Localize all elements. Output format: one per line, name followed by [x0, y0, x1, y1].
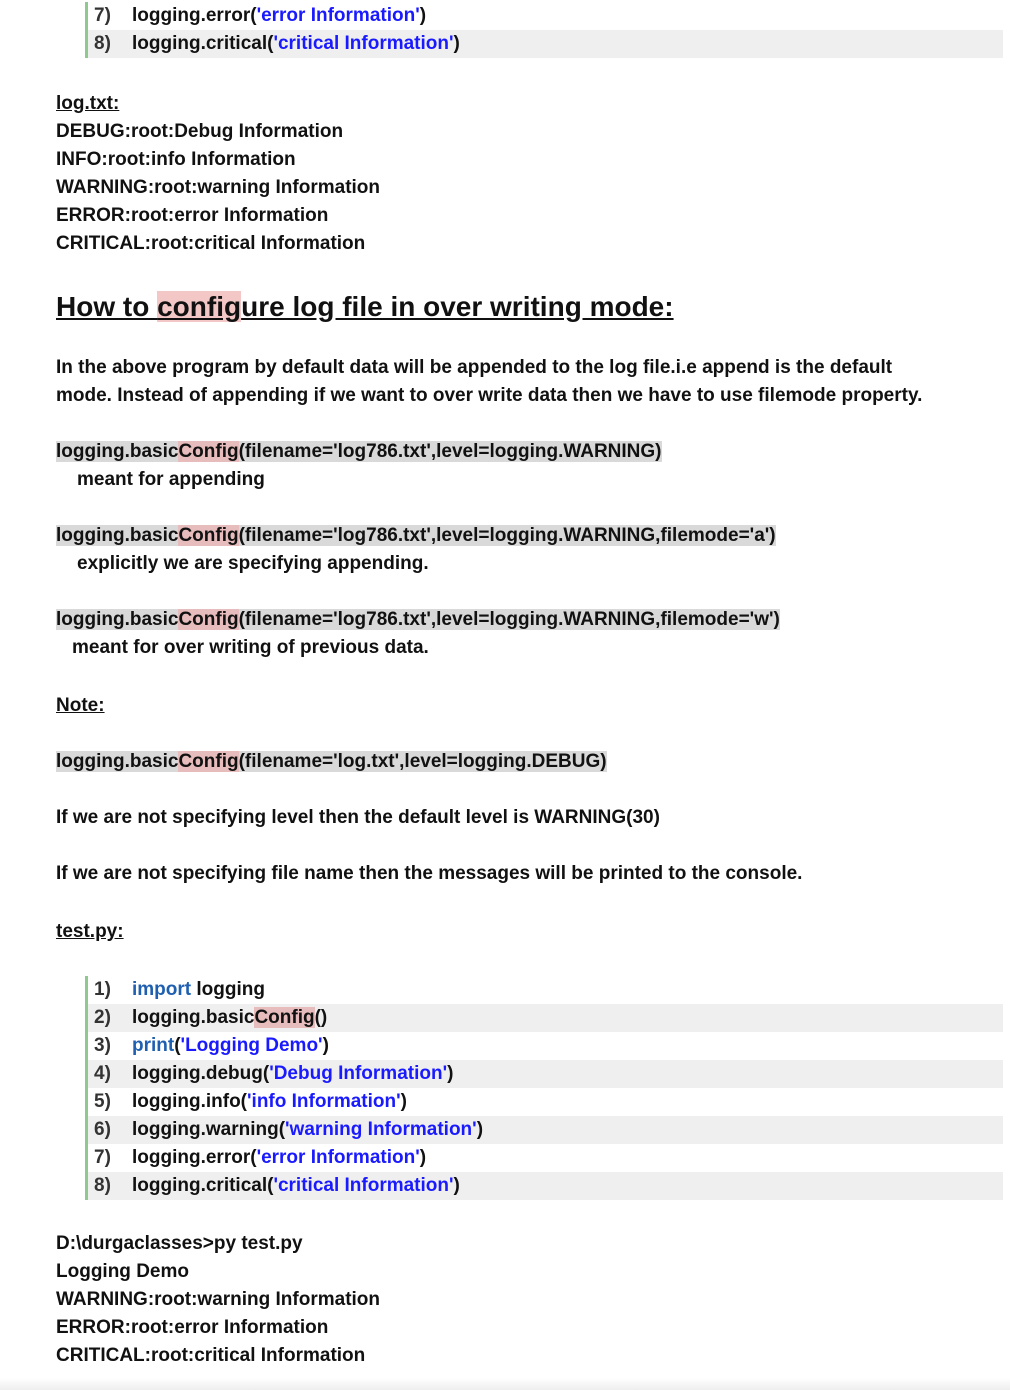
line-number: 5)	[94, 1091, 111, 1112]
output-line: CRITICAL:root:critical Information	[56, 1345, 366, 1366]
code-line: 7) logging.error('error Information')	[88, 2, 1003, 30]
code-line: 3) print('Logging Demo')	[88, 1032, 1003, 1060]
code-line: 7) logging.error('error Information')	[88, 1144, 1003, 1172]
logtxt-title: log.txt:	[56, 93, 120, 114]
paragraph-line: mode. Instead of appending if we want to…	[56, 385, 923, 406]
code-line: 1) import logging	[88, 976, 1003, 1004]
logtxt-line: WARNING:root:warning Information	[56, 177, 381, 198]
output-line: ERROR:root:error Information	[56, 1317, 329, 1338]
top-code-block: 7) logging.error('error Information') 8) l…	[85, 2, 1003, 58]
note-line: If we are not specifying file name then …	[56, 863, 803, 884]
section-heading: How to configure log file in over writin…	[56, 291, 674, 322]
line-number: 2)	[94, 1007, 111, 1028]
testpy-title: test.py:	[56, 921, 124, 942]
logtxt-line: CRITICAL:root:critical Information	[56, 233, 366, 254]
example-code: logging.basicConfig(filename='log786.txt…	[56, 609, 780, 630]
testpy-code-block: 1) import logging 2) logging.basicConfig()…	[85, 976, 1003, 1200]
line-number: 1)	[94, 979, 111, 1000]
output-line: Logging Demo	[56, 1261, 189, 1282]
line-number: 3)	[94, 1035, 111, 1056]
note-title: Note:	[56, 695, 105, 716]
example-desc: meant for over writing of previous data.	[72, 637, 429, 658]
line-number: 7)	[94, 5, 111, 26]
example-code: logging.basicConfig(filename='log786.txt…	[56, 441, 662, 462]
logtxt-line: DEBUG:root:Debug Information	[56, 121, 344, 142]
line-number: 4)	[94, 1063, 111, 1084]
code-line: 2) logging.basicConfig()	[88, 1004, 1003, 1032]
code-line: 5) logging.info('info Information')	[88, 1088, 1003, 1116]
output-line: WARNING:root:warning Information	[56, 1289, 381, 1310]
example-desc: meant for appending	[77, 469, 265, 490]
line-number: 6)	[94, 1119, 111, 1140]
line-number: 8)	[94, 33, 111, 54]
logtxt-line: INFO:root:info Information	[56, 149, 296, 170]
code-line: 4) logging.debug('Debug Information')	[88, 1060, 1003, 1088]
output-line: D:\durgaclasses>py test.py	[56, 1233, 303, 1254]
note-line: If we are not specifying level then the …	[56, 807, 660, 828]
page-bottom-edge	[0, 1378, 1010, 1390]
note-code: logging.basicConfig(filename='log.txt',l…	[56, 751, 607, 772]
paragraph-line: In the above program by default data wil…	[56, 357, 893, 378]
line-number: 7)	[94, 1147, 111, 1168]
example-desc: explicitly we are specifying appending.	[77, 553, 429, 574]
code-line: 8) logging.critical('critical Information…	[88, 1172, 1003, 1200]
code-line: 8) logging.critical('critical Information…	[88, 30, 1003, 58]
code-line: 6) logging.warning('warning Information')	[88, 1116, 1003, 1144]
logtxt-line: ERROR:root:error Information	[56, 205, 329, 226]
example-code: logging.basicConfig(filename='log786.txt…	[56, 525, 776, 546]
line-number: 8)	[94, 1175, 111, 1196]
